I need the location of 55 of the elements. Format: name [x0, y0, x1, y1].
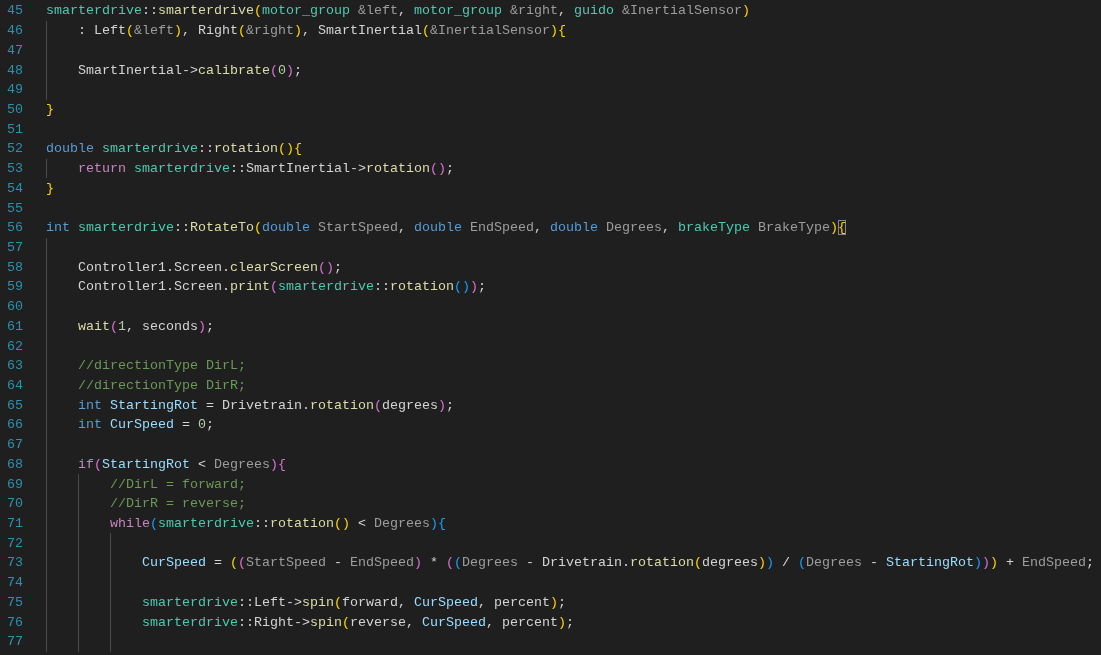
- code-line: smarterdrive::Right->spin(reverse, CurSpeed, percent);: [140, 614, 574, 630]
- code-line: SmartInertial->calibrate(0);: [77, 62, 302, 78]
- code-line: wait(1, seconds);: [77, 318, 214, 334]
- line-number: 68: [6, 456, 23, 472]
- code-line: if(StartingRot < Degrees){: [77, 456, 286, 472]
- code-line: : Left(&left), Right(&right), SmartInertial(&InertialSensor){: [77, 23, 566, 39]
- line-number: 67: [6, 437, 23, 453]
- code-line: int smarterdrive::RotateTo(double StartSpeed, double EndSpeed, double Degrees, brakeType BrakeType){: [46, 220, 846, 236]
- line-number: 66: [6, 417, 23, 433]
- line-number: 60: [6, 299, 23, 315]
- code-line: while(smarterdrive::rotation() < Degrees){: [109, 516, 446, 532]
- line-number: 51: [6, 121, 23, 137]
- line-number: 76: [6, 614, 23, 630]
- line-number: 57: [6, 240, 23, 255]
- line-number: 53: [6, 161, 23, 177]
- code-line: }: [46, 101, 54, 117]
- line-number: 48: [6, 62, 23, 78]
- code-line: smarterdrive::smarterdrive(motor_group &left, motor_group &right, guido &InertialSensor): [46, 3, 750, 19]
- code-line: smarterdrive::Left->spin(forward, CurSpeed, percent);: [140, 594, 566, 610]
- line-number: 72: [6, 535, 23, 551]
- code-line: double smarterdrive::rotation(){: [46, 141, 302, 157]
- line-number: 50: [6, 101, 23, 117]
- code-line: return smarterdrive::SmartInertial->rotation();: [77, 161, 454, 177]
- line-number: 47: [6, 42, 23, 58]
- line-number: 77: [6, 634, 23, 650]
- line-number: 61: [6, 318, 23, 334]
- line-number: 55: [6, 200, 23, 216]
- code-line: int CurSpeed = 0;: [77, 417, 214, 433]
- code-line: //DirR = reverse;: [109, 496, 246, 512]
- line-number: 49: [6, 82, 23, 98]
- line-number: 74: [6, 575, 23, 591]
- code-line: //directionType DirL;: [77, 358, 246, 374]
- line-number: 52: [6, 141, 23, 157]
- code-line: Controller1.Screen.clearScreen();: [77, 259, 342, 275]
- line-number: 71: [6, 516, 23, 532]
- line-number: 46: [6, 23, 23, 39]
- line-number: 45: [6, 3, 23, 19]
- code-line: int StartingRot = Drivetrain.rotation(degrees);: [77, 397, 454, 413]
- line-number: 69: [6, 476, 23, 492]
- code-line: CurSpeed = ((StartSpeed - EndSpeed) * ((Degrees - Drivetrain.rotation(degrees)) / (Degrees - StartingRot))) + EndSpeed;: [140, 555, 1094, 571]
- line-number: 70: [6, 496, 23, 512]
- line-number: 63: [6, 358, 23, 374]
- line-number: 54: [6, 180, 23, 196]
- line-number: 56: [6, 220, 23, 236]
- line-number: 62: [6, 338, 23, 354]
- code-line: //DirL = forward;: [109, 476, 246, 492]
- line-number: 73: [6, 555, 23, 571]
- code-line: //directionType DirR;: [77, 378, 246, 393]
- line-number: 64: [6, 378, 23, 393]
- code-line: }: [46, 180, 54, 196]
- line-number: 59: [6, 279, 23, 295]
- line-number: 65: [6, 397, 23, 413]
- line-number: 58: [6, 259, 23, 275]
- code-line: Controller1.Screen.print(smarterdrive::rotation());: [77, 279, 486, 295]
- line-number: 75: [6, 594, 23, 610]
